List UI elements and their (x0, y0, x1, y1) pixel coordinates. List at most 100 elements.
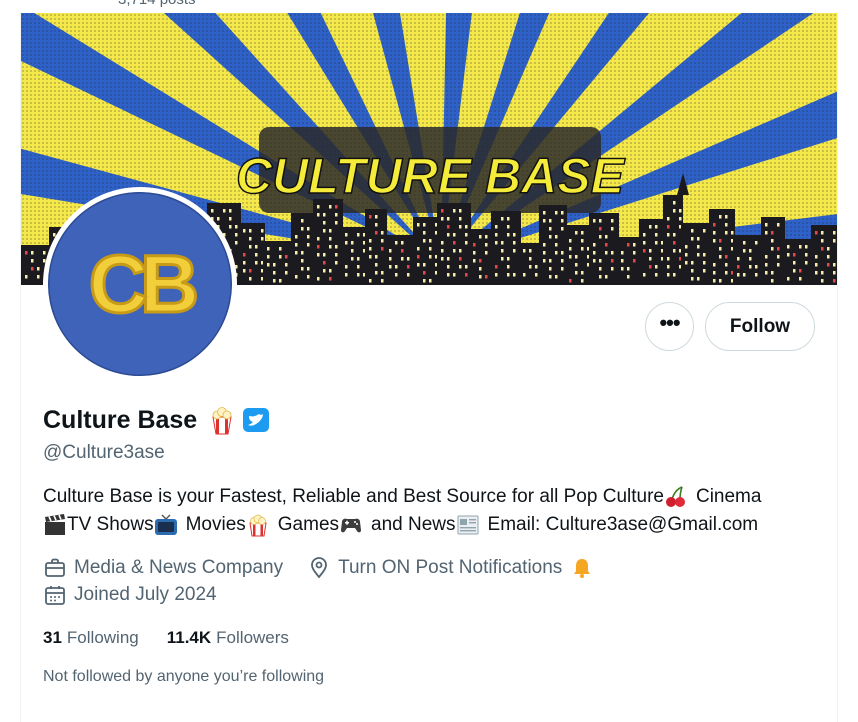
banner-window (495, 225, 498, 229)
banner-window (777, 223, 780, 227)
banner-window (627, 267, 630, 271)
banner-building (313, 199, 343, 285)
banner-window (793, 261, 796, 265)
banner-window (329, 277, 332, 281)
banner-window (501, 217, 504, 221)
banner-window (777, 255, 780, 259)
banner-window (329, 245, 332, 249)
banner-window (479, 275, 482, 279)
banner-window (581, 247, 584, 251)
banner-window (569, 247, 572, 251)
banner-window (25, 251, 28, 255)
profile-meta: Media & News Company Turn ON Post Notifi… (43, 554, 594, 582)
popcorn-icon (249, 514, 267, 537)
follow-stats: 31 Following 11.4K Followers (43, 626, 317, 650)
cherries-icon (665, 486, 685, 507)
banner-window (787, 277, 790, 281)
banner-window (743, 273, 746, 277)
banner-window (441, 241, 444, 245)
banner-window (771, 279, 774, 283)
banner-window (777, 263, 780, 267)
banner-window (605, 243, 608, 247)
bio-movies: Movies (185, 514, 246, 535)
posts-count: 3,714 posts (118, 0, 196, 8)
banner-window (815, 231, 818, 235)
banner-window (335, 221, 338, 225)
banner-window (501, 257, 504, 261)
banner-window (329, 205, 332, 209)
profile-category: Media & News Company (74, 557, 284, 578)
banner-window (485, 251, 488, 255)
banner-window (737, 273, 740, 277)
banner-window (249, 229, 252, 233)
banner-window (561, 259, 564, 263)
avatar[interactable]: CB (43, 187, 237, 381)
banner-window (771, 271, 774, 275)
banner-window (375, 255, 378, 259)
profile-name-row: Culture Base (43, 402, 270, 438)
banner-window (345, 273, 348, 277)
banner-window (543, 259, 546, 263)
display-name: Culture Base (43, 405, 198, 434)
banner-window (561, 219, 564, 223)
banner-window (627, 243, 630, 247)
location-pin-icon (311, 557, 327, 579)
banner-window (267, 255, 270, 259)
banner-window (713, 239, 716, 243)
banner-window (805, 261, 808, 265)
banner-window (691, 277, 694, 281)
banner-window (815, 271, 818, 275)
banner-window (381, 279, 384, 283)
follow-button[interactable]: Follow (705, 302, 815, 351)
banner-window (679, 217, 682, 221)
banner-window (423, 239, 426, 243)
banner-window (507, 233, 510, 237)
banner-window (667, 233, 670, 237)
banner-window (667, 225, 670, 229)
banner-window (581, 279, 584, 283)
banner-window (755, 265, 758, 269)
verified-icon[interactable] (242, 407, 270, 433)
followers-link[interactable]: 11.4K Followers (167, 628, 289, 648)
banner-window (369, 247, 372, 251)
banner-window (465, 265, 468, 269)
following-count: 31 (43, 628, 62, 647)
banner-window (543, 251, 546, 255)
banner-window (523, 249, 526, 253)
banner-window (395, 265, 398, 269)
banner-window (273, 263, 276, 267)
banner-window (697, 245, 700, 249)
banner-window (821, 231, 824, 235)
banner-window (771, 231, 774, 235)
banner-window (307, 267, 310, 271)
banner-window (673, 233, 676, 237)
banner-window (833, 239, 836, 243)
banner-window (673, 209, 676, 213)
banner-window (799, 269, 802, 273)
banner-window (429, 247, 432, 251)
following-link[interactable]: 31 Following (43, 628, 139, 648)
banner-window (799, 277, 802, 281)
banner-window (369, 255, 372, 259)
banner-window (713, 223, 716, 227)
banner-window (765, 263, 768, 267)
banner-window (301, 259, 304, 263)
banner-window (611, 251, 614, 255)
banner-window (827, 247, 830, 251)
banner-window (643, 249, 646, 253)
banner-window (555, 251, 558, 255)
banner-window (323, 253, 326, 257)
banner-window (561, 211, 564, 215)
bio-line-1: Culture Base is your Fastest, Reliable a… (43, 483, 813, 511)
banner-window (401, 249, 404, 253)
banner-window (719, 247, 722, 251)
banner-window (229, 225, 232, 229)
bell-icon (574, 559, 591, 578)
banner-window (495, 233, 498, 237)
more-options-button[interactable]: ••• (645, 302, 694, 351)
banner-window (549, 275, 552, 279)
banner-window (357, 257, 360, 261)
banner-window (713, 231, 716, 235)
banner-window (301, 227, 304, 231)
banner-window (357, 265, 360, 269)
